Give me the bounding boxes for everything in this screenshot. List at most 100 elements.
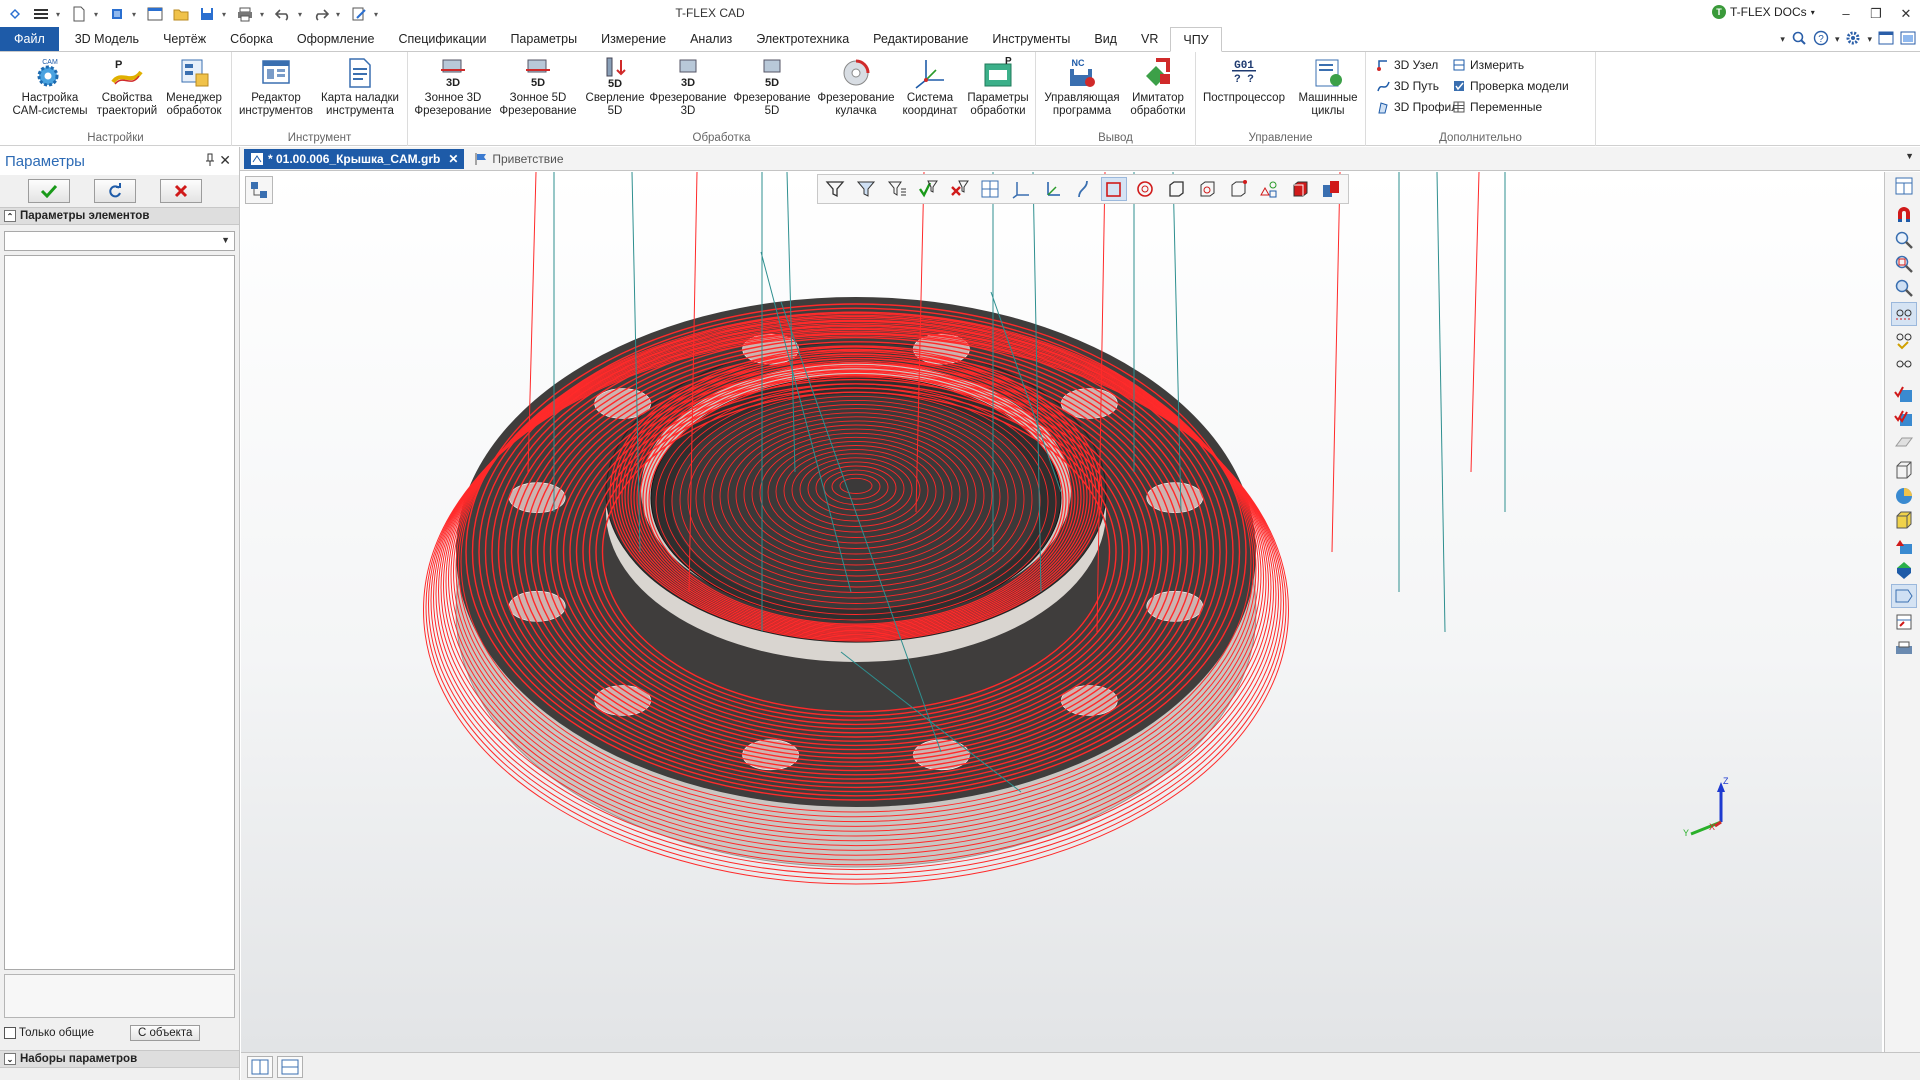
check-bodies-icon[interactable] <box>1891 406 1917 430</box>
zone-3d-milling-button[interactable]: 3D Зонное 3D Фрезерование <box>412 56 494 118</box>
zoom-fit-icon[interactable] <box>1891 276 1917 300</box>
model-tree-toggle-button[interactable] <box>245 176 273 204</box>
tab-parameters[interactable]: Параметры <box>498 27 589 51</box>
cam-milling-button[interactable]: Фрезерование кулачка <box>814 56 898 118</box>
tab-measurement[interactable]: Измерение <box>589 27 678 51</box>
postprocessor-button[interactable]: G01? ? Постпроцессор <box>1198 56 1290 105</box>
tab-file[interactable]: Файл <box>0 27 59 51</box>
cam-setup-button[interactable]: CAM Настройка CAM-системы <box>8 56 92 118</box>
cancel-button[interactable] <box>160 179 202 203</box>
tab-vr[interactable]: VR <box>1129 27 1170 51</box>
element-params-section-header[interactable]: ⌃ Параметры элементов <box>0 207 239 225</box>
printer-3d-icon[interactable] <box>1891 636 1917 660</box>
model-check-button[interactable]: Проверка модели <box>1452 78 1569 94</box>
from-object-button[interactable]: С объекта <box>130 1025 201 1041</box>
help-icon[interactable]: ? <box>1813 30 1829 49</box>
only-common-checkbox[interactable]: Только общие <box>4 1026 94 1039</box>
magnet-icon[interactable] <box>1891 202 1917 226</box>
3d-viewport[interactable]: Z Y X <box>241 172 1882 1052</box>
pin-icon[interactable] <box>205 153 215 170</box>
check-body-icon[interactable] <box>1891 382 1917 406</box>
milling-5d-button[interactable]: 5D Фрезерование 5D <box>730 56 814 118</box>
processing-manager-button[interactable]: Менеджер обработок <box>160 56 228 118</box>
tab-specifications[interactable]: Спецификации <box>386 27 498 51</box>
boolean-icon[interactable] <box>1891 534 1917 558</box>
close-tab-icon[interactable]: ✕ <box>448 152 458 166</box>
refresh-button[interactable] <box>94 179 136 203</box>
split-horizontal-icon[interactable] <box>277 1056 303 1078</box>
grid-view-icon[interactable] <box>977 177 1003 201</box>
param-sets-section-header[interactable]: ⌄ Наборы параметров <box>0 1050 239 1068</box>
zoom-icon[interactable] <box>1891 228 1917 252</box>
filter-settings-icon[interactable] <box>853 177 879 201</box>
tab-assembly[interactable]: Сборка <box>218 27 285 51</box>
path-icon[interactable] <box>1070 177 1096 201</box>
tab-cnc[interactable]: ЧПУ <box>1170 27 1222 52</box>
measure-tool-icon[interactable] <box>1891 610 1917 634</box>
tab-drawing[interactable]: Чертёж <box>151 27 218 51</box>
deselect-all-icon[interactable] <box>946 177 972 201</box>
solid-filter-icon[interactable] <box>1101 177 1127 201</box>
machine-cycles-button[interactable]: Машинные циклы <box>1292 56 1364 118</box>
nc-program-button[interactable]: NC Управляющая программа <box>1040 56 1124 118</box>
glasses-view-icon[interactable] <box>1891 302 1917 326</box>
ok-button[interactable] <box>28 179 70 203</box>
edge-filter-icon[interactable] <box>1163 177 1189 201</box>
filter-list-icon[interactable] <box>884 177 910 201</box>
select-all-icon[interactable] <box>915 177 941 201</box>
axes-icon[interactable] <box>1008 177 1034 201</box>
section-view-icon[interactable] <box>1891 584 1917 608</box>
drilling-5d-button[interactable]: 5D Сверление 5D <box>580 56 650 118</box>
document-tab-active[interactable]: * 01.00.006_Крышка_CAM.grb ✕ <box>244 148 465 169</box>
milling-3d-button[interactable]: 3D Фрезерование 3D <box>646 56 730 118</box>
variables-button[interactable]: Переменные <box>1452 99 1569 115</box>
zone-5d-milling-button[interactable]: 5D Зонное 5D Фрезерование <box>498 56 578 118</box>
tool-editor-button[interactable]: Редактор инструментов <box>236 56 316 118</box>
expand-icon[interactable]: ⌄ <box>4 1053 16 1065</box>
wireframe-box-icon[interactable] <box>1891 458 1917 482</box>
measure-button[interactable]: Измерить <box>1452 57 1569 73</box>
zoom-window-icon[interactable] <box>1891 252 1917 276</box>
vertex-filter-icon[interactable] <box>1225 177 1251 201</box>
path-properties-button[interactable]: P Свойства траекторий <box>92 56 162 118</box>
window-grid-icon[interactable] <box>1891 174 1917 198</box>
tool-setup-map-button[interactable]: Карта наладки инструмента <box>314 56 406 118</box>
tab-tools[interactable]: Инструменты <box>980 27 1082 51</box>
body-filter-icon[interactable] <box>1287 177 1313 201</box>
sphere-icon[interactable] <box>1891 484 1917 508</box>
coordinate-system-button[interactable]: Система координат <box>894 56 966 118</box>
processing-params-button[interactable]: P Параметры обработки <box>962 56 1034 118</box>
tflex-docs-button[interactable]: T T-FLEX DOCs ▾ <box>1712 5 1815 19</box>
element-params-dropdown[interactable]: ▼ <box>4 231 235 251</box>
element-params-list[interactable] <box>4 255 235 970</box>
chevron-down-icon[interactable]: ▾ <box>1867 34 1872 45</box>
tab-3d-model[interactable]: 3D Модель <box>63 27 151 51</box>
machining-simulator-button[interactable]: Имитатор обработки <box>1124 56 1192 118</box>
layout-icon[interactable] <box>1878 31 1894 48</box>
green-solid-icon[interactable] <box>1891 558 1917 582</box>
glasses-sections-icon[interactable] <box>1891 328 1917 352</box>
glasses-icon[interactable] <box>1891 352 1917 376</box>
document-tab-welcome[interactable]: Приветствие <box>468 149 569 169</box>
restore-button[interactable]: ❐ <box>1862 3 1890 25</box>
tab-analysis[interactable]: Анализ <box>678 27 744 51</box>
chevron-down-icon[interactable]: ▼ <box>1905 151 1914 161</box>
face-filter-icon[interactable] <box>1132 177 1158 201</box>
search-icon[interactable] <box>1791 30 1807 49</box>
window-layout-icon[interactable] <box>1900 31 1916 48</box>
fragment-filter-icon[interactable] <box>1318 177 1344 201</box>
tab-editing[interactable]: Редактирование <box>861 27 980 51</box>
collapse-icon[interactable]: ⌃ <box>4 210 16 222</box>
tab-electrical[interactable]: Электротехника <box>744 27 861 51</box>
loop-filter-icon[interactable] <box>1194 177 1220 201</box>
chevron-down-icon[interactable]: ▾ <box>1780 34 1785 45</box>
tab-formatting[interactable]: Оформление <box>285 27 387 51</box>
split-vertical-icon[interactable] <box>247 1056 273 1078</box>
lcs-icon[interactable] <box>1039 177 1065 201</box>
yellow-cube-icon[interactable] <box>1891 508 1917 532</box>
tab-view[interactable]: Вид <box>1082 27 1129 51</box>
gear-icon[interactable] <box>1845 30 1861 49</box>
minimize-button[interactable]: – <box>1832 3 1860 25</box>
chevron-down-icon[interactable]: ▾ <box>1835 34 1840 45</box>
close-button[interactable]: ✕ <box>1892 3 1920 25</box>
